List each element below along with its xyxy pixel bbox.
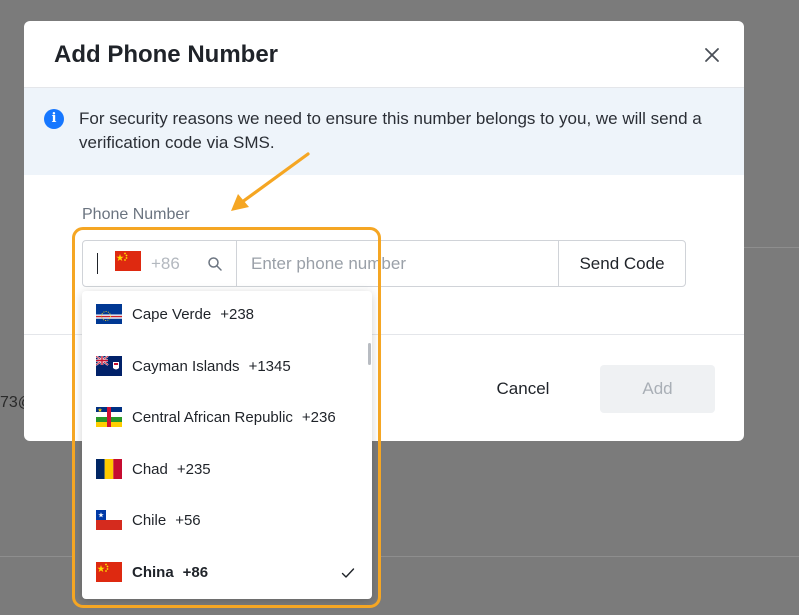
country-option-label: Chad +235 <box>132 461 211 478</box>
country-option-label: Cayman Islands +1345 <box>132 358 291 375</box>
phone-number-input[interactable] <box>237 241 558 286</box>
chad-flag-icon <box>96 458 122 479</box>
country-option[interactable]: Cayman Islands +1345 <box>82 343 372 391</box>
close-button[interactable] <box>700 43 724 67</box>
china-flag-icon <box>96 561 122 582</box>
cayman-islands-flag-icon <box>96 355 122 376</box>
add-button[interactable]: Add <box>600 365 715 413</box>
country-option-label: Chile +56 <box>132 512 201 529</box>
country-option-selected[interactable]: China +86 <box>82 549 372 597</box>
phone-number-label: Phone Number <box>82 206 190 223</box>
country-option-label: Cape Verde +238 <box>132 306 254 323</box>
country-dial-code: +86 <box>182 563 209 581</box>
country-name: Cayman Islands <box>132 357 240 375</box>
info-text: For security reasons we need to ensure t… <box>79 109 702 152</box>
selected-country-code: +86 <box>151 254 180 273</box>
phone-number-field: +86 Send Code <box>82 240 686 287</box>
background-divider <box>744 247 799 248</box>
central-african-republic-flag-icon <box>96 407 122 427</box>
text-caret <box>97 253 98 274</box>
country-dial-code: +238 <box>220 306 255 323</box>
country-dial-code: +235 <box>176 460 211 478</box>
send-code-button[interactable]: Send Code <box>558 241 685 286</box>
country-dial-code: +236 <box>301 409 336 426</box>
country-dial-code: +1345 <box>248 357 291 375</box>
country-name: Central African Republic <box>132 409 293 426</box>
country-code-select[interactable]: +86 <box>83 241 237 286</box>
dialog-title: Add Phone Number <box>54 41 279 68</box>
country-name: Chile <box>132 512 167 529</box>
country-option-label: China +86 <box>132 564 208 581</box>
chile-flag-icon <box>96 510 122 530</box>
country-option[interactable]: Cape Verde +238 <box>82 291 372 339</box>
info-icon: i <box>44 109 64 129</box>
country-dropdown: Cape Verde +238 Cayman Islands +1345 Centr… <box>82 291 372 599</box>
cape-verde-flag-icon <box>96 304 122 324</box>
search-icon <box>208 257 222 271</box>
cancel-button[interactable]: Cancel <box>479 365 567 413</box>
china-flag-icon <box>115 251 141 271</box>
country-name: Chad <box>132 460 168 478</box>
country-option[interactable]: Chile +56 <box>82 497 372 545</box>
country-option[interactable]: Chad +235 <box>82 446 372 494</box>
country-dial-code: +56 <box>175 512 201 529</box>
check-icon <box>341 567 355 578</box>
background-divider <box>0 556 72 557</box>
country-name: Cape Verde <box>132 306 212 323</box>
background-divider <box>381 556 799 557</box>
country-option[interactable]: Central African Republic +236 <box>82 394 372 442</box>
country-option-label: Central African Republic +236 <box>132 409 336 426</box>
info-banner: i For security reasons we need to ensure… <box>24 88 744 175</box>
country-name: China <box>132 563 174 581</box>
close-icon <box>705 48 719 62</box>
